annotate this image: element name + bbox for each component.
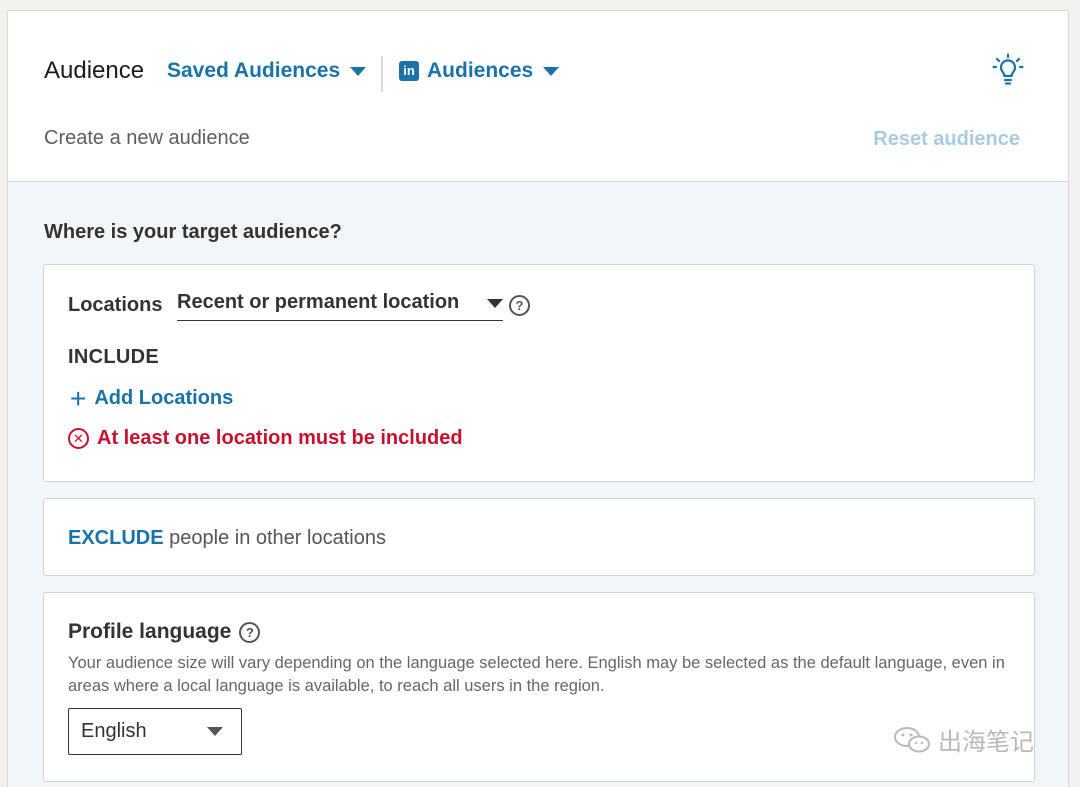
linkedin-audiences-dropdown[interactable]: in Audiences: [399, 59, 560, 83]
audience-panel: Audience Saved Audiences in Audiences Cr…: [7, 10, 1069, 787]
saved-audiences-dropdown[interactable]: Saved Audiences: [167, 59, 367, 83]
audience-title: Audience: [44, 57, 145, 84]
profile-language-card: Profile language ? Your audience size wi…: [43, 592, 1035, 782]
linkedin-audiences-label: Audiences: [427, 59, 534, 82]
add-locations-label: Add Locations: [94, 387, 234, 409]
language-value: English: [81, 720, 147, 742]
saved-audiences-label: Saved Audiences: [167, 59, 341, 82]
audience-subtitle: Create a new audience: [44, 127, 250, 149]
profile-language-title: Profile language ?: [68, 620, 261, 644]
plus-icon: +: [70, 382, 87, 414]
include-label: INCLUDE: [68, 346, 159, 368]
target-question: Where is your target audience?: [44, 221, 342, 243]
reset-audience-button[interactable]: Reset audience: [873, 128, 1020, 151]
help-circle-icon[interactable]: ?: [509, 295, 530, 316]
help-circle-icon[interactable]: ?: [239, 621, 261, 643]
caret-down-icon: [350, 66, 367, 76]
exclude-row: EXCLUDE people in other locations: [68, 527, 386, 550]
caret-down-icon: [487, 299, 503, 308]
audience-header: Audience Saved Audiences in Audiences Cr…: [8, 11, 1068, 182]
location-error-message: ✕ At least one location must be included: [68, 427, 463, 450]
add-locations-button[interactable]: + Add Locations: [70, 382, 234, 414]
caret-down-icon: [207, 727, 223, 736]
caret-down-icon: [543, 66, 560, 76]
location-type-dropdown[interactable]: Recent or permanent location: [177, 291, 503, 321]
wechat-icon: [894, 726, 930, 752]
wechat-watermark: 出海笔记: [892, 722, 1034, 757]
location-error-text: At least one location must be included: [97, 427, 463, 449]
exclude-card: EXCLUDE people in other locations: [43, 498, 1035, 576]
watermark-text: 出海笔记: [938, 728, 1034, 756]
profile-language-description: Your audience size will vary depending o…: [68, 654, 1005, 695]
language-dropdown[interactable]: English: [68, 708, 242, 755]
exclude-locations-link[interactable]: EXCLUDE: [68, 527, 164, 549]
exclude-text: people in other locations: [169, 527, 386, 549]
locations-card: Locations Recent or permanent location ?…: [43, 264, 1035, 482]
locations-label: Locations: [68, 294, 163, 316]
error-circle-icon: ✕: [68, 428, 89, 449]
profile-language-label: Profile language: [68, 620, 232, 643]
location-type-value: Recent or permanent location: [177, 291, 460, 313]
linkedin-logo-icon: in: [399, 61, 419, 81]
lightbulb-icon[interactable]: [992, 53, 1024, 89]
header-divider: [381, 56, 383, 92]
